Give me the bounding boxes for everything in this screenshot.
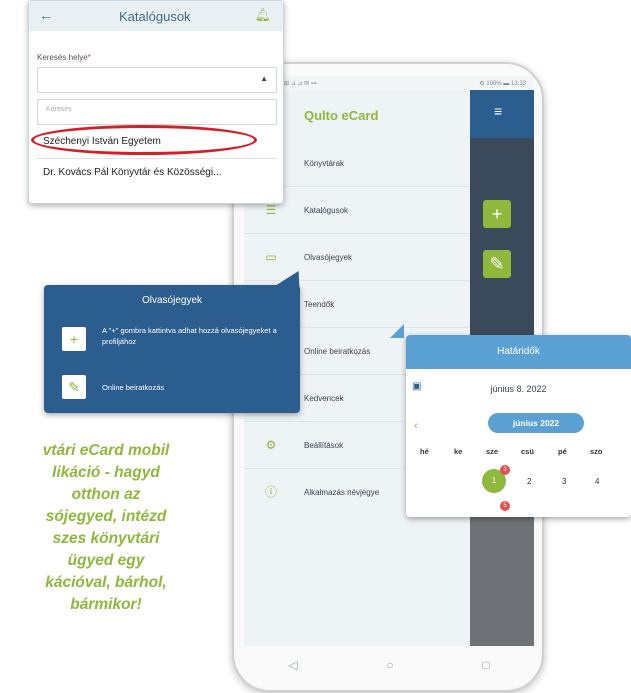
edit-button[interactable]: ✎ bbox=[483, 250, 511, 278]
card-popup-title: Olvasójegyek bbox=[141, 295, 203, 306]
calendar-day[interactable]: 3 bbox=[562, 477, 566, 486]
deadline-badge: 3 bbox=[500, 465, 510, 475]
selected-date: június 8. 2022 bbox=[490, 384, 547, 394]
android-nav-bar: ◁ ○ □ bbox=[244, 648, 534, 682]
deadline-title: Határidők bbox=[406, 335, 631, 369]
hamburger-icon[interactable]: ≡ bbox=[494, 104, 510, 118]
back-arrow-icon[interactable]: ← bbox=[39, 7, 53, 23]
search-location-select[interactable]: ▲ bbox=[37, 67, 277, 93]
add-button[interactable]: + bbox=[483, 200, 511, 228]
recent-nav-icon[interactable]: □ bbox=[482, 658, 489, 672]
weekday-label: szo bbox=[590, 447, 603, 456]
divider bbox=[37, 158, 277, 159]
weekday-label: hé bbox=[420, 447, 429, 456]
search-location-label: Keresés helye* bbox=[37, 53, 91, 62]
month-pill[interactable]: június 2022 bbox=[488, 413, 584, 433]
online-enroll-text: Online beiratkozás bbox=[102, 383, 165, 392]
drawer-item-label: Beállítások bbox=[304, 440, 344, 450]
drawer-item-label: Alkalmazás névjegye bbox=[304, 488, 380, 497]
catalog-title: Katalógusok bbox=[119, 9, 191, 24]
info-icon: ⓘ bbox=[264, 485, 277, 499]
option-szechenyi[interactable]: Széchenyi István Egyetem bbox=[43, 136, 161, 147]
app-top-bar: ≡ bbox=[470, 90, 534, 138]
catalog-popup: ← Katalógusok 🔔︎ Keresés helye* ▲ Keresé… bbox=[28, 0, 284, 204]
deadline-popup-tail bbox=[390, 324, 404, 338]
stage: ⊞ ⊿ ⊿ ✉ ⊶ ⚙ 100% ▬ 13:33 ≡ + ✎ Qulto eCa… bbox=[0, 0, 631, 693]
edit-icon[interactable]: ✎ bbox=[62, 375, 86, 399]
card-add-hint: A "+" gombra kattintva adhat hozzá olvas… bbox=[102, 326, 277, 346]
plus-icon[interactable]: + bbox=[62, 327, 86, 351]
card-icon: ▭ bbox=[265, 250, 277, 264]
weekday-label: csü bbox=[521, 447, 534, 456]
list-icon: ☰ bbox=[265, 203, 277, 217]
drawer-item-label: Teendők bbox=[304, 299, 335, 309]
drawer-item-label: Online beiratkozás bbox=[304, 346, 371, 356]
drawer-item-label: Olvasójegyek bbox=[304, 252, 353, 262]
promo-text: vtári eCard mobil likáció - hagyd otthon… bbox=[42, 442, 170, 613]
deadline-badge: 5 bbox=[500, 501, 510, 511]
bell-icon[interactable]: 🔔︎ bbox=[254, 7, 271, 23]
drawer-item-olvasojegyek[interactable]: ▭ Olvasójegyek bbox=[244, 234, 470, 281]
card-info-popup: Olvasójegyek + A "+" gombra kattintva ad… bbox=[44, 271, 309, 413]
catalog-header: ← Katalógusok 🔔︎ bbox=[29, 1, 283, 31]
calendar-day[interactable]: 4 bbox=[595, 477, 599, 486]
weekday-label: pé bbox=[558, 447, 567, 456]
search-input[interactable]: Keresés bbox=[37, 99, 277, 125]
drawer-item-label: Katalógusok bbox=[304, 205, 349, 215]
back-nav-icon[interactable]: ◁ bbox=[288, 658, 297, 672]
drawer-item-label: Könyvtárak bbox=[304, 158, 345, 168]
calendar-day[interactable]: 2 bbox=[527, 477, 531, 486]
chevron-up-icon: ▲ bbox=[260, 74, 268, 83]
home-nav-icon[interactable]: ○ bbox=[386, 658, 393, 672]
status-left: ⊞ ⊿ ⊿ ✉ ⊶ bbox=[284, 80, 317, 87]
deadline-popup: Határidők ▣ június 8. 2022 ‹ június 2022… bbox=[406, 335, 631, 517]
weekday-label: sze bbox=[486, 447, 499, 456]
weekday-label: ke bbox=[454, 447, 463, 456]
option-kovacs-pal[interactable]: Dr. Kovács Pál Könyvtár és Közösségi... bbox=[43, 166, 253, 179]
status-bar: ⊞ ⊿ ⊿ ✉ ⊶ ⚙ 100% ▬ 13:33 bbox=[244, 76, 534, 90]
chevron-left-icon[interactable]: ‹ bbox=[414, 420, 418, 432]
status-right: ⚙ 100% ▬ 13:33 bbox=[479, 80, 526, 87]
gear-icon: ⚙ bbox=[265, 438, 277, 452]
drawer-item-label: Kedvencek bbox=[304, 393, 344, 403]
